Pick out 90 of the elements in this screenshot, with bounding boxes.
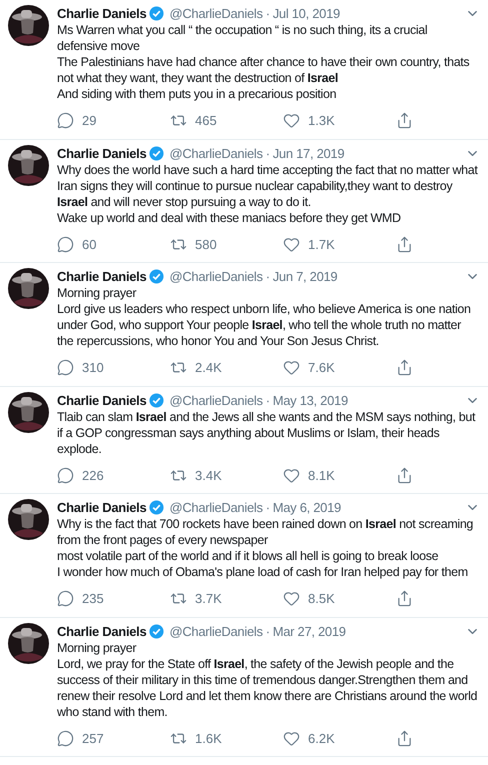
reply-icon bbox=[57, 590, 74, 608]
retweet-button[interactable]: 3.4K bbox=[170, 466, 222, 485]
like-button[interactable]: 8.5K bbox=[283, 589, 335, 608]
tweet-date[interactable]: May 13, 2019 bbox=[272, 392, 348, 408]
author-name[interactable]: Charlie Daniels bbox=[57, 392, 146, 408]
retweet-button[interactable]: 2.4K bbox=[170, 358, 222, 378]
share-icon bbox=[396, 590, 413, 608]
avatar[interactable] bbox=[8, 144, 49, 186]
verified-badge-icon bbox=[149, 624, 164, 638]
share-button[interactable] bbox=[396, 590, 413, 608]
like-icon bbox=[283, 359, 300, 376]
share-icon bbox=[396, 236, 413, 253]
author-handle[interactable]: @CharlieDaniels bbox=[169, 268, 263, 285]
tweet-text: And siding with them puts you in a precarious position bbox=[57, 86, 338, 102]
author-handle[interactable]: @CharlieDaniels bbox=[169, 622, 263, 640]
like-button[interactable]: 1.3K bbox=[283, 111, 335, 130]
like-icon bbox=[283, 236, 300, 253]
share-icon bbox=[396, 112, 413, 130]
share-button[interactable] bbox=[396, 112, 413, 130]
retweet-button[interactable]: 465 bbox=[170, 111, 217, 130]
verified-badge-icon bbox=[149, 269, 164, 284]
tweet-text: I wonder how much of Obama's plane load of cash for Iran helped pay for them bbox=[57, 564, 469, 580]
tweet-text: Lord give us leaders who respect unborn life, who believe America is one nation under God, who support Your people Israel, who tell the whole truth no matter the repercussions, who honor You and Your Son Jesus Christ. bbox=[57, 301, 472, 349]
like-button[interactable]: 1.7K bbox=[283, 234, 335, 254]
author-name[interactable]: Charlie Daniels bbox=[57, 144, 146, 162]
avatar[interactable] bbox=[8, 622, 49, 664]
separator-dot: · bbox=[266, 622, 270, 640]
like-button[interactable]: 8.1K bbox=[283, 466, 335, 485]
reply-button[interactable]: 60 bbox=[57, 234, 96, 254]
share-button[interactable] bbox=[396, 730, 413, 747]
reply-button[interactable]: 235 bbox=[57, 589, 104, 608]
like-icon bbox=[283, 112, 300, 130]
author-handle[interactable]: @CharlieDaniels bbox=[169, 5, 263, 22]
author-handle[interactable]: @CharlieDaniels bbox=[169, 144, 263, 162]
separator-dot: · bbox=[266, 392, 270, 408]
share-button[interactable] bbox=[396, 359, 413, 376]
reply-icon bbox=[57, 359, 74, 376]
tweet-text: The Palestinians have had chance after chance to have their own country, thats not what they want, they want the destruction of Israel bbox=[57, 54, 470, 86]
avatar[interactable] bbox=[8, 5, 49, 46]
tweet-text: Ms Warren what you call “ the occupation “ is no such thing, its a crucial defensive move bbox=[57, 22, 428, 54]
verified-badge-icon bbox=[149, 500, 164, 515]
reply-button[interactable]: 226 bbox=[57, 466, 104, 485]
retweet-button[interactable]: 580 bbox=[170, 234, 217, 254]
reply-button[interactable]: 257 bbox=[57, 728, 104, 748]
reply-button[interactable]: 29 bbox=[57, 111, 96, 130]
avatar[interactable] bbox=[8, 499, 49, 540]
author-name[interactable]: Charlie Daniels bbox=[57, 499, 146, 516]
separator-dot: · bbox=[266, 268, 270, 285]
like-button[interactable]: 6.2K bbox=[283, 728, 335, 748]
tweet-text: Wake up world and deal with these maniacs before they get WMD bbox=[57, 210, 402, 226]
verified-badge-icon bbox=[149, 392, 164, 408]
avatar[interactable] bbox=[8, 268, 49, 309]
reply-icon bbox=[57, 730, 74, 747]
tweet-date[interactable]: May 6, 2019 bbox=[272, 499, 341, 516]
avatar[interactable] bbox=[8, 392, 49, 432]
tweet-text: Lord, we pray for the State off Israel, the safety of the Jewish people and the success of their military in this time of tremendous danger.Strengthen them and renew their resolve Lord and let them know there are Christians around the world who stand with them. bbox=[57, 656, 478, 720]
author-name[interactable]: Charlie Daniels bbox=[57, 268, 146, 285]
reply-button[interactable]: 310 bbox=[57, 358, 104, 378]
tweet-text: Morning prayer bbox=[57, 640, 138, 656]
share-button[interactable] bbox=[396, 466, 413, 484]
reply-icon bbox=[57, 112, 74, 130]
separator-dot: · bbox=[266, 5, 270, 22]
like-button[interactable]: 7.6K bbox=[283, 358, 335, 378]
share-icon bbox=[396, 730, 413, 747]
like-icon bbox=[283, 466, 300, 484]
tweet-date[interactable]: Mar 27, 2019 bbox=[272, 622, 346, 640]
tweet-text: Tlaib can slam Israel and the Jews all she wants and the MSM says nothing, but if a GOP congressman says anything about Muslims or Islam, their heads explode. bbox=[57, 408, 476, 456]
verified-badge-icon bbox=[149, 6, 164, 21]
verified-badge-icon bbox=[149, 146, 164, 160]
separator-dot: · bbox=[266, 499, 270, 516]
like-icon bbox=[283, 730, 300, 747]
retweet-button[interactable]: 3.7K bbox=[170, 589, 222, 608]
author-name[interactable]: Charlie Daniels bbox=[57, 622, 146, 640]
author-name[interactable]: Charlie Daniels bbox=[57, 5, 146, 22]
tweet-text: Morning prayer bbox=[57, 285, 138, 301]
tweet-date[interactable]: Jun 17, 2019 bbox=[272, 144, 344, 162]
share-button[interactable] bbox=[396, 236, 413, 253]
share-icon bbox=[396, 359, 413, 376]
separator-dot: · bbox=[266, 144, 270, 162]
reply-icon bbox=[57, 466, 74, 484]
like-icon bbox=[283, 590, 300, 608]
tweet-text: Why does the world have such a hard time accepting the fact that no matter what Iran signs they will continue to pursue nuclear capability,they want to destroy Israel and will never stop pursuing a way to do it. bbox=[57, 162, 479, 210]
tweet-date[interactable]: Jul 10, 2019 bbox=[272, 5, 340, 22]
tweet-text: most volatile part of the world and if it blows all hell is going to break loose bbox=[57, 548, 440, 564]
tweet-date[interactable]: Jun 7, 2019 bbox=[272, 268, 338, 285]
retweet-button[interactable]: 1.6K bbox=[170, 728, 222, 748]
author-handle[interactable]: @CharlieDaniels bbox=[169, 499, 263, 516]
author-handle[interactable]: @CharlieDaniels bbox=[169, 392, 263, 408]
share-icon bbox=[396, 466, 413, 484]
reply-icon bbox=[57, 236, 74, 253]
